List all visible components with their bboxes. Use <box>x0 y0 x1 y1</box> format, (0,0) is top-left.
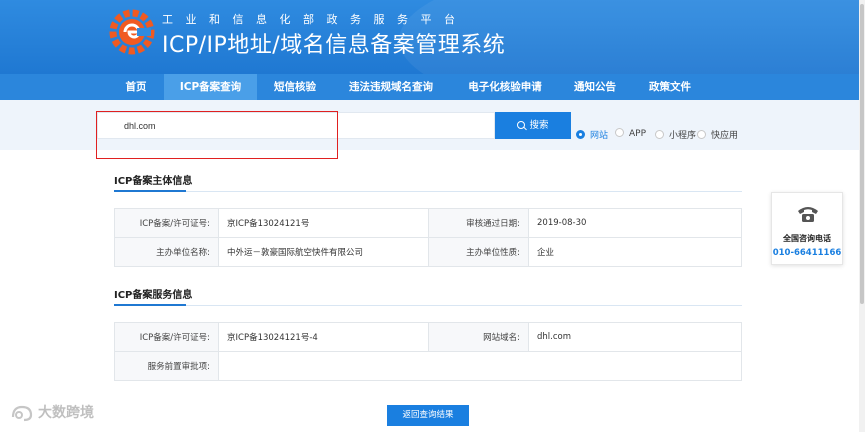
nav-notices[interactable]: 通知公告 <box>563 74 627 100</box>
radio-dot-icon <box>576 130 585 139</box>
search-icon <box>517 121 526 129</box>
phone-icon <box>798 207 818 222</box>
search-input[interactable] <box>97 112 495 139</box>
service-section-title: ICP备案服务信息 <box>114 290 193 301</box>
radio-dot-icon <box>697 130 706 139</box>
table-row: ICP备案/许可证号: 京ICP备13024121号 审核通过日期: 2019-… <box>114 208 742 238</box>
hotline-number: 010-66411166 <box>772 248 842 258</box>
table-row: 服务前置审批项: <box>114 351 742 381</box>
nav-home[interactable]: 首页 <box>108 74 164 100</box>
radio-mini-program[interactable]: 小程序 <box>655 128 696 141</box>
radio-dot-icon <box>615 128 624 137</box>
nav-sms-verify[interactable]: 短信核验 <box>261 74 329 100</box>
hotline-label: 全国咨询电话 <box>783 234 831 243</box>
watermark-logo-icon <box>11 405 33 422</box>
radio-website[interactable]: 网站 <box>576 128 608 141</box>
subject-info-table: ICP备案/许可证号: 京ICP备13024121号 审核通过日期: 2019-… <box>114 208 742 267</box>
nav-illegal-domain-query[interactable]: 违法违规域名查询 <box>335 74 447 100</box>
nav-policy-files[interactable]: 政策文件 <box>636 74 704 100</box>
subject-section-title: ICP备案主体信息 <box>114 176 193 187</box>
nav-icp-query[interactable]: ICP备案查询 <box>164 74 257 100</box>
nav-e-verify-apply[interactable]: 电子化核验申请 <box>455 74 555 100</box>
system-title: ICP/IP地址/域名信息备案管理系统 <box>162 33 506 58</box>
table-row: 主办单位名称: 中外运－敦豪国际航空快件有限公司 主办单位性质: 企业 <box>114 237 742 267</box>
search-button[interactable]: 搜索 <box>495 112 571 139</box>
header-banner: 工业和信息化部政务服务平台 ICP/IP地址/域名信息备案管理系统 <box>0 0 859 74</box>
radio-dot-icon <box>655 130 664 139</box>
scrollbar-thumb[interactable] <box>860 4 864 304</box>
hotline-panel[interactable]: 全国咨询电话 010-66411166 <box>771 192 843 265</box>
miit-logo-icon <box>109 9 155 55</box>
page-scrollbar[interactable] <box>859 0 865 432</box>
table-row: ICP备案/许可证号: 京ICP备13024121号-4 网站域名: dhl.c… <box>114 322 742 352</box>
radio-app[interactable]: APP <box>615 128 646 140</box>
watermark: 大数跨境 <box>10 402 94 428</box>
service-info-table: ICP备案/许可证号: 京ICP备13024121号-4 网站域名: dhl.c… <box>114 322 742 381</box>
org-name: 工业和信息化部政务服务平台 <box>162 13 468 26</box>
main-nav: 首页 ICP备案查询 短信核验 违法违规域名查询 电子化核验申请 通知公告 政策… <box>0 74 859 100</box>
search-button-label: 搜索 <box>529 120 549 131</box>
radio-quick-app[interactable]: 快应用 <box>697 128 738 141</box>
search-area: 搜索 网站 APP 小程序 快应用 <box>0 100 859 150</box>
page: 工业和信息化部政务服务平台 ICP/IP地址/域名信息备案管理系统 首页 ICP… <box>0 0 865 432</box>
back-to-results-button[interactable]: 返回查询结果 <box>387 405 469 426</box>
